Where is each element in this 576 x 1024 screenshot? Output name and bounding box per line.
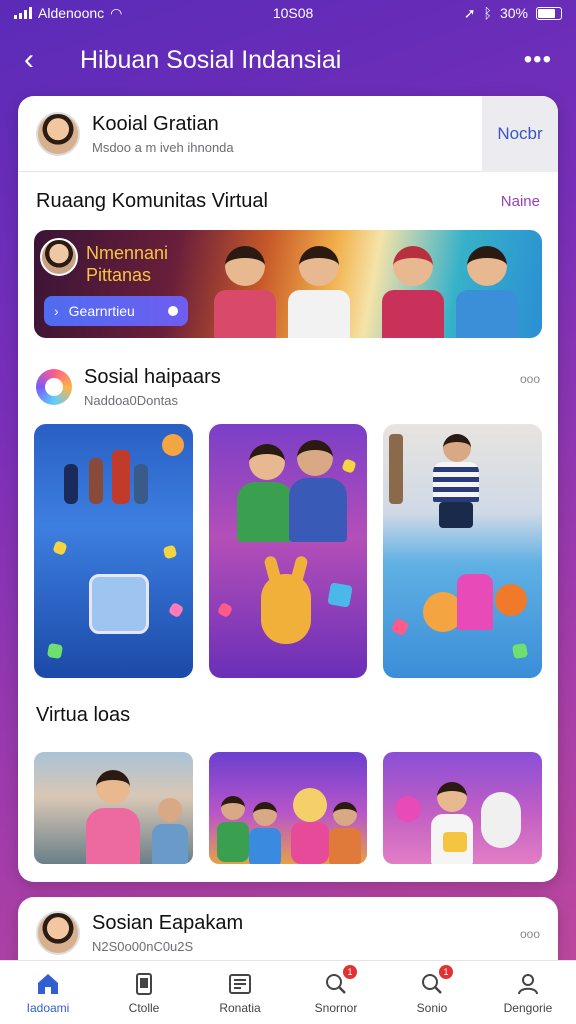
nav-label: Sonio <box>416 1000 448 1015</box>
nav-news[interactable]: Ronatia <box>195 971 285 1015</box>
nav-home[interactable]: Iadoami <box>3 971 93 1015</box>
chevron-right-icon: › <box>54 303 59 319</box>
community-banner[interactable]: Nmennani Pittanas › Gearnrtieu <box>34 230 542 338</box>
group-name[interactable]: Sosial haipaars <box>84 366 221 389</box>
nav-label: Iadoami <box>26 1000 70 1015</box>
post-author-name[interactable]: Sosian Eapakam <box>92 912 243 935</box>
nav-search-1[interactable]: 1 Snornor <box>291 964 381 1015</box>
page-title: Hibuan Sosial Indansiai <box>80 45 342 74</box>
back-button[interactable]: ‹ <box>24 43 60 77</box>
nav-label: Snornor <box>314 1000 358 1015</box>
banner-avatar <box>40 238 78 276</box>
battery-icon <box>535 6 562 20</box>
bottom-nav: Iadoami Ctolle Ronatia 1 Snornor 1 Sonio… <box>0 960 576 1024</box>
community-link[interactable]: Naine <box>501 193 540 210</box>
battery-percent: 30% <box>499 5 528 21</box>
media-tile[interactable] <box>383 424 543 678</box>
banner-illustration <box>214 240 532 338</box>
signal-icon <box>14 7 32 19</box>
group-row: Sosial haipaars Naddoa0Dontas ooo <box>18 338 558 418</box>
post-author-subtitle: N2S0o00nC0u2S <box>92 939 194 954</box>
media-tile[interactable] <box>34 424 193 678</box>
bluetooth-icon: ᛒ <box>483 5 492 21</box>
location-icon: ➚ <box>463 4 476 21</box>
nav-label: Ctolle <box>128 1000 160 1015</box>
nav-label: Dengorie <box>503 1000 553 1015</box>
video-thumbnail[interactable] <box>208 752 368 864</box>
community-title: Ruaang Komunitas Virtual <box>36 189 268 212</box>
nav-label: Ronatia <box>219 1000 261 1015</box>
news-icon <box>227 971 253 997</box>
app-header: ‹ Hibuan Sosial Indansiai ••• <box>0 30 576 90</box>
profile-row: Kooial Gratian Msdoo a m iveh ihnonda No… <box>18 96 558 172</box>
media-tile[interactable] <box>208 424 368 678</box>
media-grid <box>18 418 558 678</box>
status-time: 10S08 <box>272 5 314 21</box>
group-subtitle: Naddoa0Dontas <box>84 393 178 408</box>
profile-name[interactable]: Kooial Gratian <box>92 113 234 136</box>
profile-subtitle: Msdoo a m iveh ihnonda <box>92 139 234 155</box>
virtual-thumbnails <box>18 742 558 864</box>
nav-phone[interactable]: Ctolle <box>99 971 189 1015</box>
group-more-button[interactable]: ooo <box>520 372 540 386</box>
banner-button[interactable]: › Gearnrtieu <box>44 296 188 326</box>
nav-search-2[interactable]: 1 Sonio <box>387 964 477 1015</box>
avatar[interactable] <box>36 911 80 955</box>
status-bar: Aldenoonc ◠ 10S08 ➚ ᛒ 30% <box>0 0 576 26</box>
main-card: Kooial Gratian Msdoo a m iveh ihnonda No… <box>18 96 558 882</box>
video-thumbnail[interactable] <box>34 752 193 864</box>
nav-profile[interactable]: Dengorie <box>483 971 573 1015</box>
home-icon <box>35 971 61 997</box>
group-logo-icon[interactable] <box>36 369 72 405</box>
more-options-button[interactable]: ••• <box>524 46 552 74</box>
phone-icon <box>131 971 157 997</box>
carrier-label: Aldenoonc <box>38 5 105 21</box>
virtual-section-title: Virtua loas <box>36 704 131 726</box>
banner-button-label: Gearnrtieu <box>68 303 135 319</box>
avatar[interactable] <box>36 111 80 156</box>
community-section-header: Ruaang Komunitas Virtual Naine <box>18 172 558 230</box>
dot-icon <box>168 306 178 316</box>
profile-icon <box>515 971 541 997</box>
wifi-icon: ◠ <box>110 4 123 21</box>
banner-title-line2: Pittanas <box>86 265 152 285</box>
banner-title-line1: Nmennani <box>86 243 169 263</box>
banner-title: Nmennani Pittanas <box>86 242 168 286</box>
follow-button[interactable]: Nocbr <box>482 96 558 172</box>
post-header: Sosian Eapakam N2S0o00nC0u2S ooo <box>18 897 558 969</box>
post-more-button[interactable]: ooo <box>520 927 540 941</box>
notification-badge: 1 <box>343 964 357 979</box>
video-thumbnail[interactable] <box>383 752 543 864</box>
notification-badge: 1 <box>439 964 453 979</box>
